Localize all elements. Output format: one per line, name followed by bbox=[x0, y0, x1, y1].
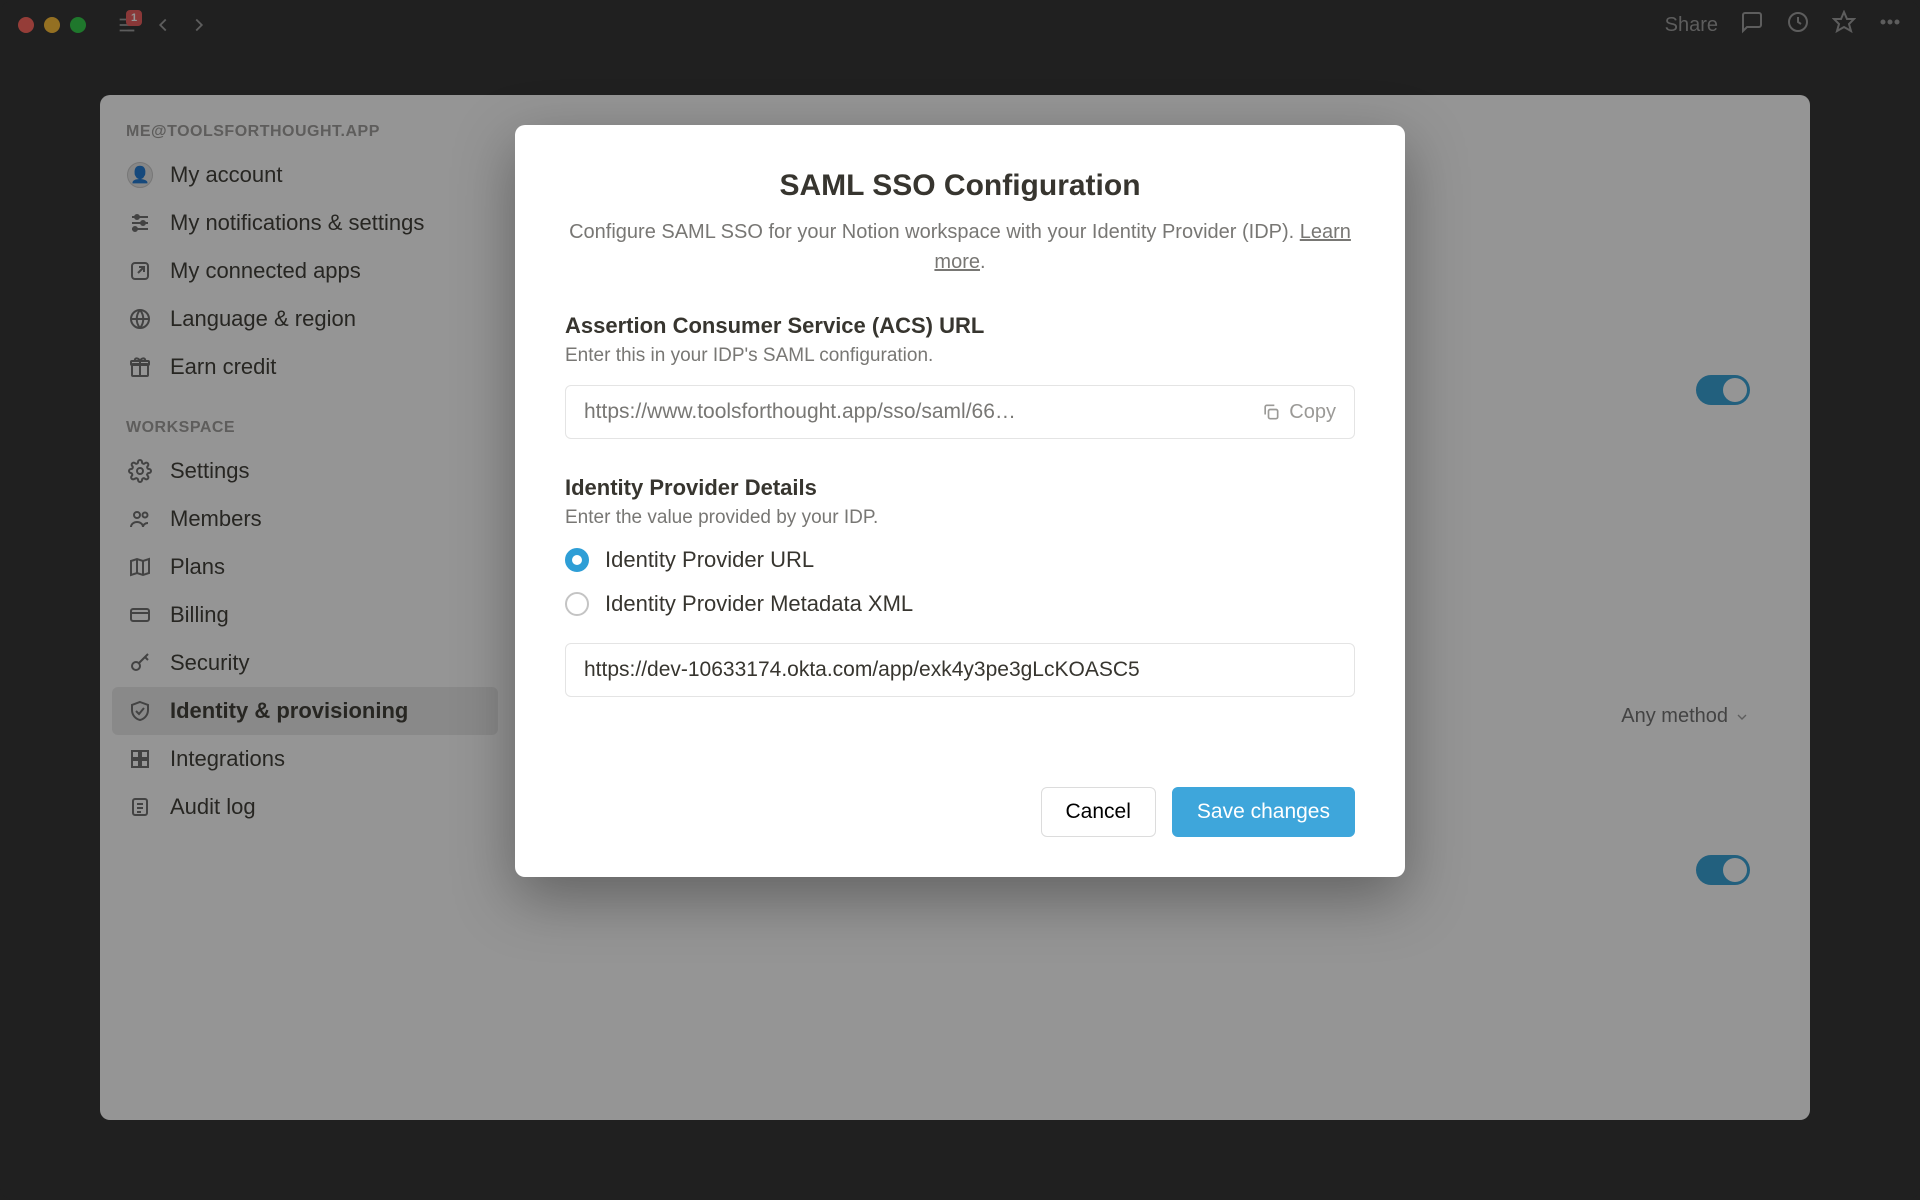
saml-sso-config-modal: SAML SSO Configuration Configure SAML SS… bbox=[515, 125, 1405, 877]
radio-idp-metadata-xml[interactable]: Identity Provider Metadata XML bbox=[565, 591, 1355, 617]
idp-url-input[interactable] bbox=[565, 643, 1355, 697]
acs-url-value: https://www.toolsforthought.app/sso/saml… bbox=[584, 400, 1247, 424]
idp-details-heading: Identity Provider Details bbox=[565, 475, 1355, 501]
radio-icon bbox=[565, 548, 589, 572]
radio-icon bbox=[565, 592, 589, 616]
app-window: 1 Share ME@TOOLSFORTHOUGHT.APP 👤 My acco… bbox=[0, 0, 1920, 1200]
copy-acs-url-button[interactable]: Copy bbox=[1261, 401, 1336, 424]
radio-idp-url[interactable]: Identity Provider URL bbox=[565, 547, 1355, 573]
radio-label: Identity Provider Metadata XML bbox=[605, 591, 913, 617]
copy-icon bbox=[1261, 402, 1281, 422]
acs-url-hint: Enter this in your IDP's SAML configurat… bbox=[565, 345, 1355, 367]
cancel-button[interactable]: Cancel bbox=[1041, 787, 1156, 837]
save-changes-button[interactable]: Save changes bbox=[1172, 787, 1355, 837]
radio-label: Identity Provider URL bbox=[605, 547, 814, 573]
modal-subtitle: Configure SAML SSO for your Notion works… bbox=[565, 217, 1355, 277]
acs-url-heading: Assertion Consumer Service (ACS) URL bbox=[565, 313, 1355, 339]
idp-details-hint: Enter the value provided by your IDP. bbox=[565, 507, 1355, 529]
acs-url-field: https://www.toolsforthought.app/sso/saml… bbox=[565, 385, 1355, 439]
modal-title: SAML SSO Configuration bbox=[565, 169, 1355, 203]
